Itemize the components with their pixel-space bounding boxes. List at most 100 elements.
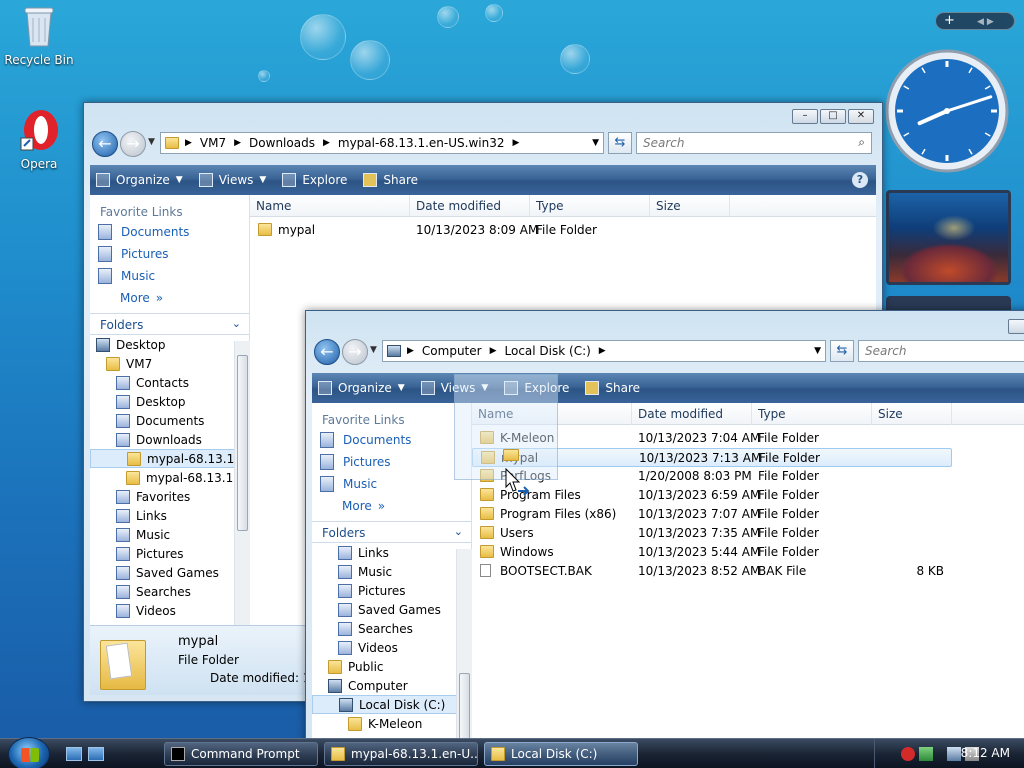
slideshow-gadget[interactable] (886, 190, 1011, 285)
file-row-bootsect-bak[interactable]: BOOTSECT.BAK 10/13/2023 8:52 AM BAK File 8 … (472, 562, 952, 581)
favorite-link-pictures[interactable]: Pictures (312, 451, 471, 473)
clock-time[interactable]: 8:12 AM (961, 746, 1010, 760)
scrollbar-thumb[interactable] (237, 355, 248, 531)
tree-node-searches[interactable]: Searches (312, 619, 471, 638)
tree-node-k-meleon[interactable]: K-Meleon (312, 714, 471, 733)
back-button[interactable]: ← (314, 339, 340, 365)
column-header-type[interactable]: Type (752, 403, 872, 425)
favorite-link-documents[interactable]: Documents (90, 221, 249, 243)
tree-node-searches[interactable]: Searches (90, 582, 249, 601)
views-button[interactable]: Views ▼ (198, 173, 266, 187)
favorite-link-music[interactable]: Music (90, 265, 249, 287)
share-button[interactable]: Share (363, 173, 418, 187)
explore-button[interactable]: Explore (282, 173, 347, 187)
security-alert-icon[interactable] (901, 747, 915, 761)
folder-tree-scrollbar[interactable] (456, 549, 472, 751)
taskbar-button-mypal-folder[interactable]: mypal-68.13.1.en-U... (324, 742, 478, 766)
scrollbar-thumb[interactable] (459, 673, 470, 743)
tree-node-mypal-68-13-1-er[interactable]: mypal-68.13.1.er (90, 468, 249, 487)
add-gadget-icon[interactable]: + (944, 13, 955, 28)
desktop-icon-recycle-bin[interactable]: Recycle Bin (1, 4, 77, 67)
file-row-windows[interactable]: Windows 10/13/2023 5:44 AM File Folder (472, 543, 952, 562)
tree-node-computer[interactable]: Computer (312, 676, 471, 695)
address-dropdown-icon[interactable]: ▼ (814, 346, 821, 356)
address-bar[interactable]: ▶ VM7 ▶ Downloads ▶ mypal-68.13.1.en-US.… (160, 132, 604, 154)
column-header-date-modified[interactable]: Date modified (410, 195, 530, 217)
tree-node-favorites[interactable]: Favorites (90, 487, 249, 506)
forward-button[interactable]: → (120, 131, 146, 157)
taskbar-button-command-prompt[interactable]: Command Prompt (164, 742, 318, 766)
tree-node-documents[interactable]: Documents (90, 411, 249, 430)
sidebar-control[interactable]: + ◀ ▶ (935, 12, 1015, 30)
folder-tree-scrollbar[interactable] (234, 341, 250, 625)
tree-node-links[interactable]: Links (312, 543, 471, 562)
minimize-button[interactable] (1008, 319, 1024, 334)
tree-node-music[interactable]: Music (90, 525, 249, 544)
breadcrumb-downloads[interactable]: Downloads (249, 136, 315, 150)
tree-node-pictures[interactable]: Pictures (312, 581, 471, 600)
column-header-size[interactable]: Size (650, 195, 730, 217)
column-header-date-modified[interactable]: Date modified (632, 403, 752, 425)
tree-node-links[interactable]: Links (90, 506, 249, 525)
favorite-link-documents[interactable]: Documents (312, 429, 471, 451)
maximize-button[interactable]: □ (820, 109, 846, 124)
tree-node-desktop[interactable]: Desktop (90, 392, 249, 411)
switch-windows-icon[interactable] (88, 747, 104, 761)
refresh-button[interactable]: ⇆ (608, 132, 632, 154)
organize-button[interactable]: Organize ▼ (96, 173, 183, 187)
refresh-button[interactable]: ⇆ (830, 340, 854, 362)
network-icon[interactable] (947, 747, 961, 761)
recent-pages-dropdown[interactable]: ▼ (148, 137, 155, 147)
tree-node-local-disk-c[interactable]: Local Disk (C:) (312, 695, 471, 714)
tree-node-music[interactable]: Music (312, 562, 471, 581)
address-bar[interactable]: ▶ Computer ▶ Local Disk (C:) ▶ ▼ (382, 340, 826, 362)
show-desktop-icon[interactable] (66, 747, 82, 761)
column-header-size[interactable]: Size (872, 403, 952, 425)
folders-header[interactable]: Folders ⌄ (312, 521, 471, 543)
favorite-link-pictures[interactable]: Pictures (90, 243, 249, 265)
breadcrumb-local-disk[interactable]: Local Disk (C:) (505, 344, 591, 358)
explorer-window-local-disk[interactable]: ← → ▼ ▶ Computer ▶ Local Disk (C:) ▶ ▼ ⇆… (305, 310, 1024, 751)
search-input[interactable]: Search (858, 340, 1024, 362)
address-dropdown-icon[interactable]: ▼ (592, 138, 599, 148)
taskbar-button-local-disk[interactable]: Local Disk (C:) (484, 742, 638, 766)
back-button[interactable]: ← (92, 131, 118, 157)
tree-node-saved-games[interactable]: Saved Games (312, 600, 471, 619)
cell-name: Windows (500, 545, 554, 559)
start-button[interactable] (8, 737, 50, 768)
breadcrumb-mypal-folder[interactable]: mypal-68.13.1.en-US.win32 (338, 136, 505, 150)
desktop-icon-opera[interactable]: Opera (1, 108, 77, 171)
tree-node-desktop[interactable]: Desktop (90, 335, 249, 354)
forward-button[interactable]: → (342, 339, 368, 365)
update-icon[interactable] (919, 747, 933, 761)
tree-node-videos[interactable]: Videos (312, 638, 471, 657)
tree-node-saved-games[interactable]: Saved Games (90, 563, 249, 582)
tree-node-public[interactable]: Public (312, 657, 471, 676)
minimize-button[interactable]: – (792, 109, 818, 124)
organize-button[interactable]: Organize ▼ (318, 381, 405, 395)
close-button[interactable]: ✕ (848, 109, 874, 124)
tree-node-contacts[interactable]: Contacts (90, 373, 249, 392)
prev-next-icon[interactable]: ◀ ▶ (977, 17, 994, 27)
search-input[interactable]: Search ⌕ (636, 132, 872, 154)
file-row-program-files[interactable]: Program Files 10/13/2023 6:59 AM File Fold… (472, 486, 952, 505)
tree-node-mypal-68-13-1-en[interactable]: mypal-68.13.1.en (90, 449, 249, 468)
tree-node-videos[interactable]: Videos (90, 601, 249, 620)
column-header-name[interactable]: Name (250, 195, 410, 217)
column-header-type[interactable]: Type (530, 195, 650, 217)
file-row-program-files-x86[interactable]: Program Files (x86) 10/13/2023 7:07 AM Fil… (472, 505, 952, 524)
folders-header[interactable]: Folders ⌄ (90, 313, 249, 335)
favorite-link-more[interactable]: More» (90, 287, 249, 309)
tree-node-pictures[interactable]: Pictures (90, 544, 249, 563)
help-button[interactable]: ? (852, 172, 868, 188)
recent-pages-dropdown[interactable]: ▼ (370, 345, 377, 355)
favorite-link-music[interactable]: Music (312, 473, 471, 495)
file-row-users[interactable]: Users 10/13/2023 7:35 AM File Folder (472, 524, 952, 543)
tree-node-downloads[interactable]: Downloads (90, 430, 249, 449)
breadcrumb-vm7[interactable]: VM7 (200, 136, 226, 150)
share-button[interactable]: Share (585, 381, 640, 395)
file-row-mypal[interactable]: mypal 10/13/2023 8:09 AM File Folder (250, 221, 730, 240)
tree-node-vm7[interactable]: VM7 (90, 354, 249, 373)
breadcrumb-computer[interactable]: Computer (422, 344, 482, 358)
favorite-link-more[interactable]: More» (312, 495, 471, 517)
